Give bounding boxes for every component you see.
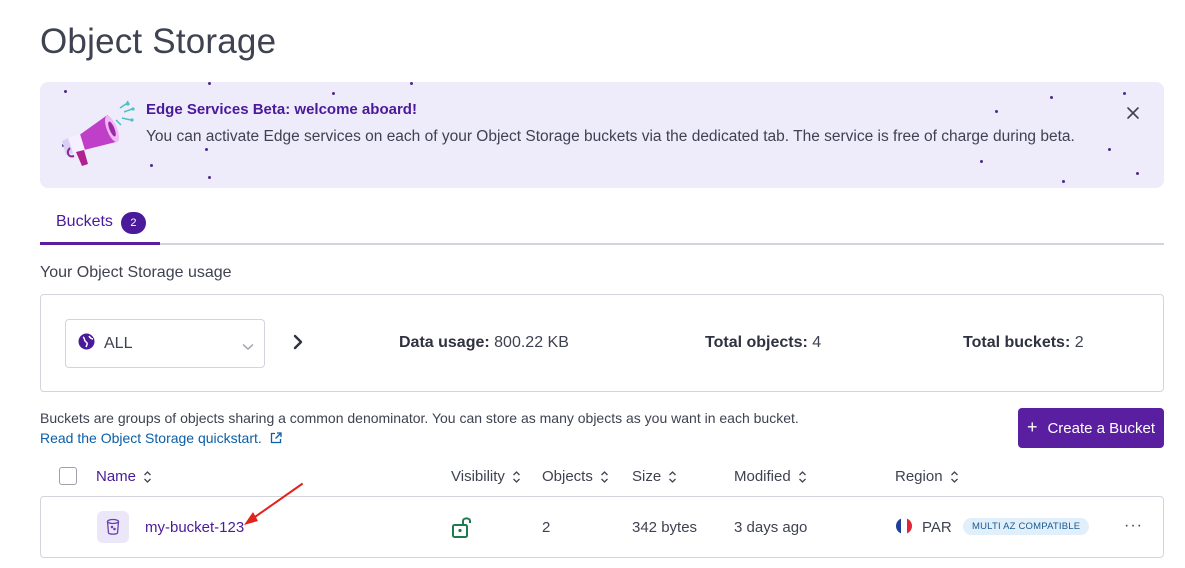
table-header: Name Visibility Objects Size Modified Re… (40, 466, 1164, 488)
column-header-label: Objects (542, 468, 593, 485)
select-all-checkbox[interactable] (59, 467, 77, 485)
plus-icon: + (1026, 416, 1038, 437)
multi-az-badge: MULTI AZ COMPATIBLE (963, 518, 1090, 535)
sort-icon (669, 470, 677, 483)
bucket-name-link[interactable]: my-bucket-123 (145, 519, 244, 536)
column-header-modified[interactable]: Modified (734, 468, 807, 485)
banner-title: Edge Services Beta: welcome aboard! (146, 101, 417, 118)
bucket-size: 342 bytes (632, 519, 698, 536)
sort-icon (798, 470, 806, 483)
quickstart-link[interactable]: Read the Object Storage quickstart. (40, 430, 282, 446)
data-usage-label: Data usage: (399, 334, 490, 351)
create-bucket-button[interactable]: + Create a Bucket (1018, 408, 1164, 448)
bucket-objects-count: 2 (542, 519, 551, 536)
column-header-visibility[interactable]: Visibility (451, 468, 521, 485)
tab-label: Buckets (56, 213, 113, 230)
data-usage-stat: Data usage: 800.22 KB (399, 334, 569, 352)
bucket-region: PAR (922, 519, 952, 536)
total-buckets-label: Total buckets: (963, 334, 1071, 351)
data-usage-value: 800.22 KB (494, 334, 569, 351)
column-header-size[interactable]: Size (632, 468, 677, 485)
region-select[interactable]: ALL (65, 319, 265, 368)
total-buckets-value: 2 (1074, 334, 1084, 351)
tab-count-badge: 2 (120, 212, 146, 234)
buckets-description: Buckets are groups of objects sharing a … (40, 410, 799, 426)
unlocked-padlock-icon[interactable] (451, 515, 473, 544)
sort-icon (144, 470, 151, 483)
edge-services-banner: Edge Services Beta: welcome aboard! You … (40, 82, 1164, 188)
total-objects-stat: Total objects: 4 (705, 334, 821, 352)
column-header-label: Modified (734, 468, 791, 485)
column-header-label: Region (895, 468, 943, 485)
france-flag-icon (896, 518, 912, 534)
create-bucket-label: Create a Bucket (1047, 419, 1156, 437)
column-header-label: Size (632, 468, 662, 485)
more-actions-icon[interactable]: ··· (1124, 517, 1143, 535)
sort-icon (950, 470, 958, 483)
page-title: Object Storage (40, 22, 277, 61)
close-icon[interactable] (1124, 104, 1142, 122)
usage-card: ALL Data usage: 800.22 KB Total objects:… (40, 294, 1164, 392)
quickstart-link-label: Read the Object Storage quickstart. (40, 430, 262, 446)
chevron-down-icon (242, 338, 254, 356)
table-row[interactable]: my-bucket-123 2 342 bytes 3 days ago PAR… (40, 496, 1164, 558)
chevron-right-icon[interactable] (291, 333, 305, 356)
banner-text: You can activate Edge services on each o… (146, 128, 1075, 145)
total-objects-label: Total objects: (705, 334, 808, 351)
column-header-region[interactable]: Region (895, 468, 959, 485)
megaphone-icon (58, 100, 148, 172)
total-buckets-stat: Total buckets: 2 (963, 334, 1084, 352)
column-header-objects[interactable]: Objects (542, 468, 609, 485)
usage-section-title: Your Object Storage usage (40, 264, 232, 281)
column-header-name[interactable]: Name (96, 468, 152, 485)
tab-bar: Buckets 2 (40, 205, 1164, 245)
bucket-icon (97, 511, 129, 543)
column-header-label: Name (96, 468, 137, 485)
region-select-value: ALL (104, 334, 133, 352)
sort-icon (512, 470, 520, 483)
tab-buckets[interactable]: Buckets 2 (40, 205, 160, 245)
sort-icon (600, 470, 608, 483)
globe-icon (78, 333, 95, 355)
bucket-modified: 3 days ago (734, 519, 808, 536)
column-header-label: Visibility (451, 468, 505, 485)
total-objects-value: 4 (812, 334, 822, 351)
external-link-icon (270, 432, 282, 444)
